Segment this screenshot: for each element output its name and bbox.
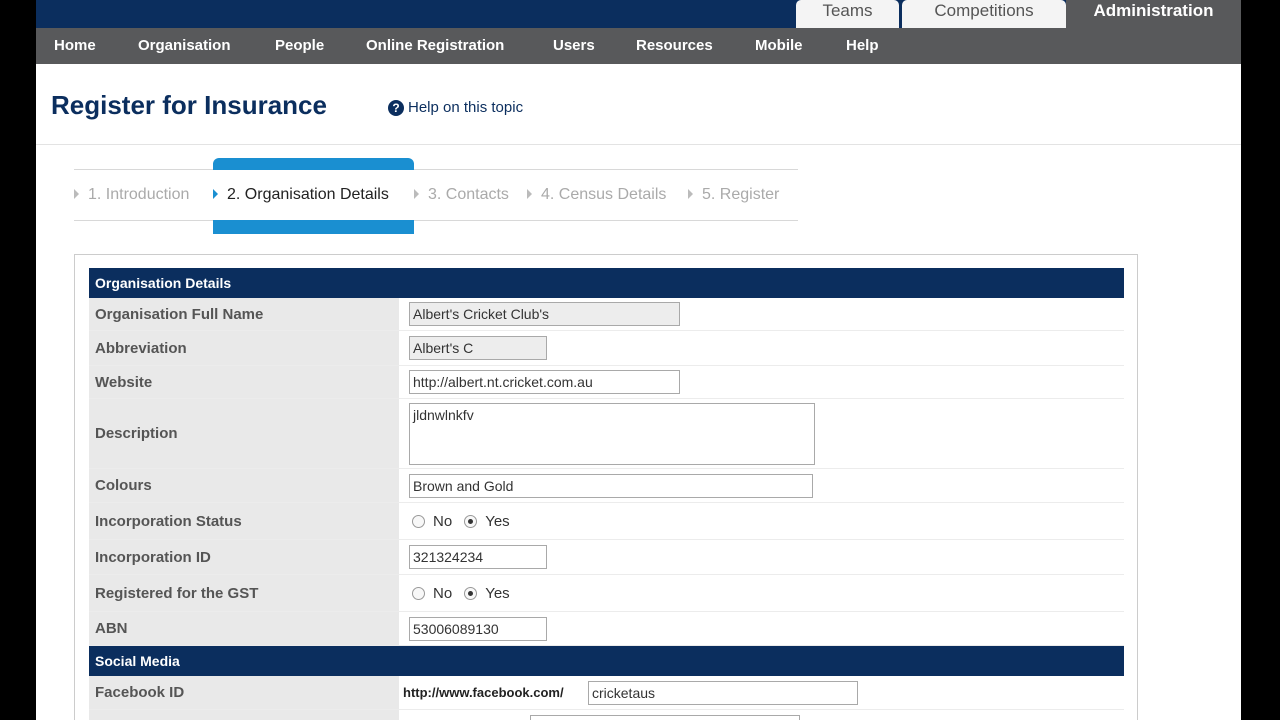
step-arrow-icon [74,188,79,199]
gst-yes-radio[interactable] [464,586,478,600]
abn-label: ABN [89,612,399,645]
page-title: Register for Insurance [51,90,327,120]
nav-resources[interactable]: Resources [636,28,713,64]
tab-teams[interactable]: Teams [796,0,899,28]
description-label: Description [89,399,399,468]
colours-input[interactable] [409,474,813,498]
row-gst: Registered for the GST No Yes [89,575,1124,612]
gst-yes-label: Yes [485,584,510,602]
description-textarea[interactable]: jldnwlnkfv [409,403,815,465]
incorporation-id-label: Incorporation ID [89,540,399,574]
nav-users[interactable]: Users [553,28,595,64]
row-abbreviation: Abbreviation [89,331,1124,366]
step-arrow-icon [414,188,419,199]
step-arrow-icon [213,188,218,199]
incorporation-status-radio-group: No Yes [412,503,522,539]
row-incorporation-status: Incorporation Status No Yes [89,503,1124,540]
row-incorporation-id: Incorporation ID [89,540,1124,575]
facebook-id-input[interactable] [588,681,858,705]
help-link-label: Help on this topic [408,99,524,116]
row-next-partial [89,710,1124,720]
incorporation-status-label: Incorporation Status [89,503,399,539]
row-website: Website [89,366,1124,399]
full-name-input[interactable] [409,302,680,326]
abbreviation-input[interactable] [409,336,547,360]
wizard-step-register[interactable]: 5. Register [688,186,779,204]
wizard-step-census-details[interactable]: 4. Census Details [527,186,666,204]
section-header-organisation-details: Organisation Details [89,268,1124,298]
step-arrow-icon [527,188,532,199]
wizard-step-introduction[interactable]: 1. Introduction [74,186,189,204]
gst-no-label: No [433,584,453,602]
incorporation-status-no-radio[interactable] [412,514,425,528]
main-nav: Home Organisation People Online Registra… [36,28,1241,64]
gst-radio-group: No Yes [412,575,522,611]
row-facebook: Facebook ID http://www.facebook.com/ [89,676,1124,710]
wizard-step-contacts[interactable]: 3. Contacts [414,186,509,204]
nav-organisation[interactable]: Organisation [138,28,231,64]
nav-mobile[interactable]: Mobile [755,28,803,64]
gst-no-radio[interactable] [412,586,425,600]
row-full-name: Organisation Full Name [89,298,1124,331]
incorporation-id-input[interactable] [409,545,547,569]
wizard-step-organisation-details[interactable]: 2. Organisation Details [213,186,389,204]
next-row-label [89,710,399,720]
website-input[interactable] [409,370,680,394]
nav-people[interactable]: People [275,28,324,64]
help-link[interactable]: ? Help on this topic [388,99,523,116]
step-arrow-icon [688,188,693,199]
full-name-label: Organisation Full Name [89,298,399,330]
tab-competitions[interactable]: Competitions [902,0,1066,28]
nav-online-registration[interactable]: Online Registration [366,28,504,64]
facebook-url-prefix: http://www.facebook.com/ [403,685,564,700]
website-label: Website [89,366,399,398]
colours-label: Colours [89,469,399,502]
header-divider [36,144,1241,145]
row-abn: ABN [89,612,1124,646]
incorporation-status-yes-label: Yes [485,512,510,530]
incorporation-status-yes-radio[interactable] [464,514,478,528]
tab-administration[interactable]: Administration [1066,0,1241,28]
abbreviation-label: Abbreviation [89,331,399,365]
abn-input[interactable] [409,617,547,641]
gst-label: Registered for the GST [89,575,399,611]
nav-home[interactable]: Home [54,28,96,64]
top-bar: Teams Competitions Administration [36,0,1241,28]
help-icon: ? [388,99,404,116]
nav-help[interactable]: Help [846,28,879,64]
incorporation-status-no-label: No [433,512,453,530]
row-colours: Colours [89,469,1124,503]
section-header-social-media: Social Media [89,646,1124,676]
row-description: Description jldnwlnkfv [89,399,1124,469]
next-row-input[interactable] [530,715,800,720]
page: Teams Competitions Administration Home O… [36,0,1241,720]
facebook-label: Facebook ID [89,676,399,709]
